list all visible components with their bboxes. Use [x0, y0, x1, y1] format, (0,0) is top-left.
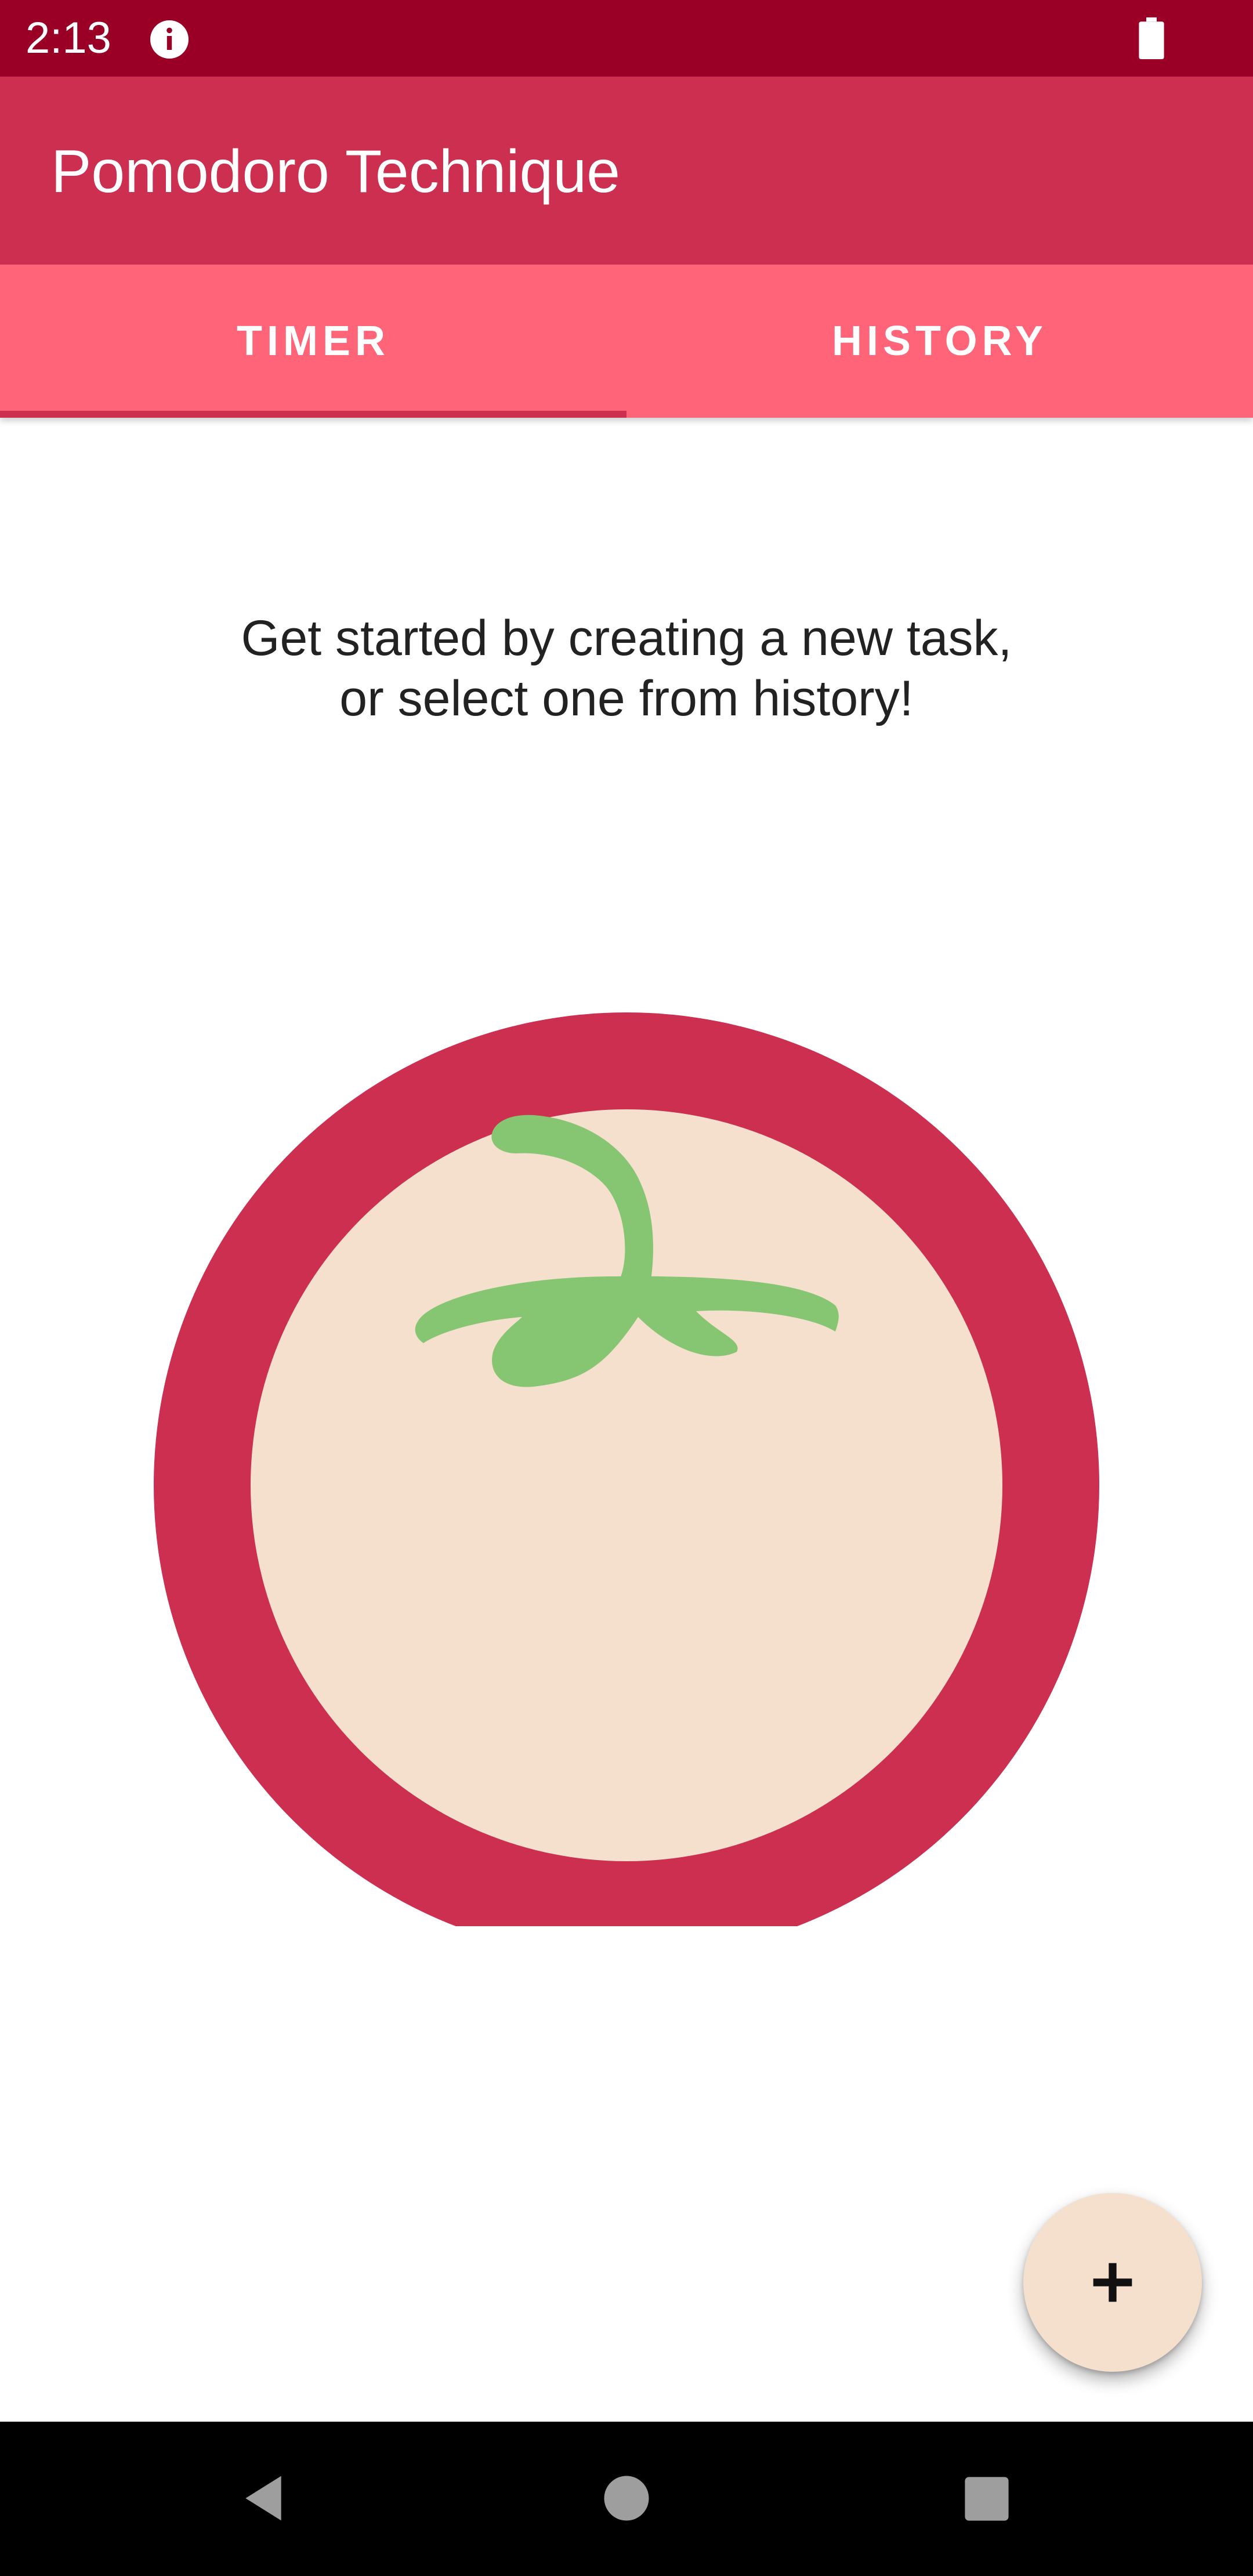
back-icon[interactable] [237, 2470, 290, 2526]
info-icon [150, 20, 189, 59]
empty-state-line-2: or select one from history! [339, 671, 914, 726]
system-navigation-bar [0, 2422, 1253, 2576]
tab-timer[interactable]: TIMER [0, 265, 626, 418]
status-time: 2:13 [26, 13, 111, 63]
app-bar: Pomodoro Technique [0, 77, 1253, 265]
home-icon[interactable] [602, 2474, 651, 2523]
plus-icon [1093, 2263, 1132, 2302]
tab-timer-label: TIMER [237, 318, 390, 364]
tab-history-label: HISTORY [831, 318, 1048, 364]
add-task-button[interactable] [1023, 2193, 1202, 2372]
empty-state-line-1: Get started by creating a new task, [241, 610, 1012, 666]
tab-selected-indicator [0, 411, 626, 418]
recents-icon[interactable] [963, 2475, 1011, 2523]
timer-content: Get started by creating a new task, or s… [0, 418, 1253, 2422]
screen: 2:13 Pomodoro Technique TIMER HISTORY Ge… [0, 0, 1253, 2576]
tomato-illustration [154, 766, 1114, 1926]
battery-icon [1139, 17, 1164, 59]
tab-history[interactable]: HISTORY [626, 265, 1253, 418]
tab-bar: TIMER HISTORY [0, 265, 1253, 418]
empty-state-message: Get started by creating a new task, or s… [0, 608, 1253, 729]
status-bar: 2:13 [0, 0, 1253, 77]
app-title: Pomodoro Technique [51, 138, 620, 205]
